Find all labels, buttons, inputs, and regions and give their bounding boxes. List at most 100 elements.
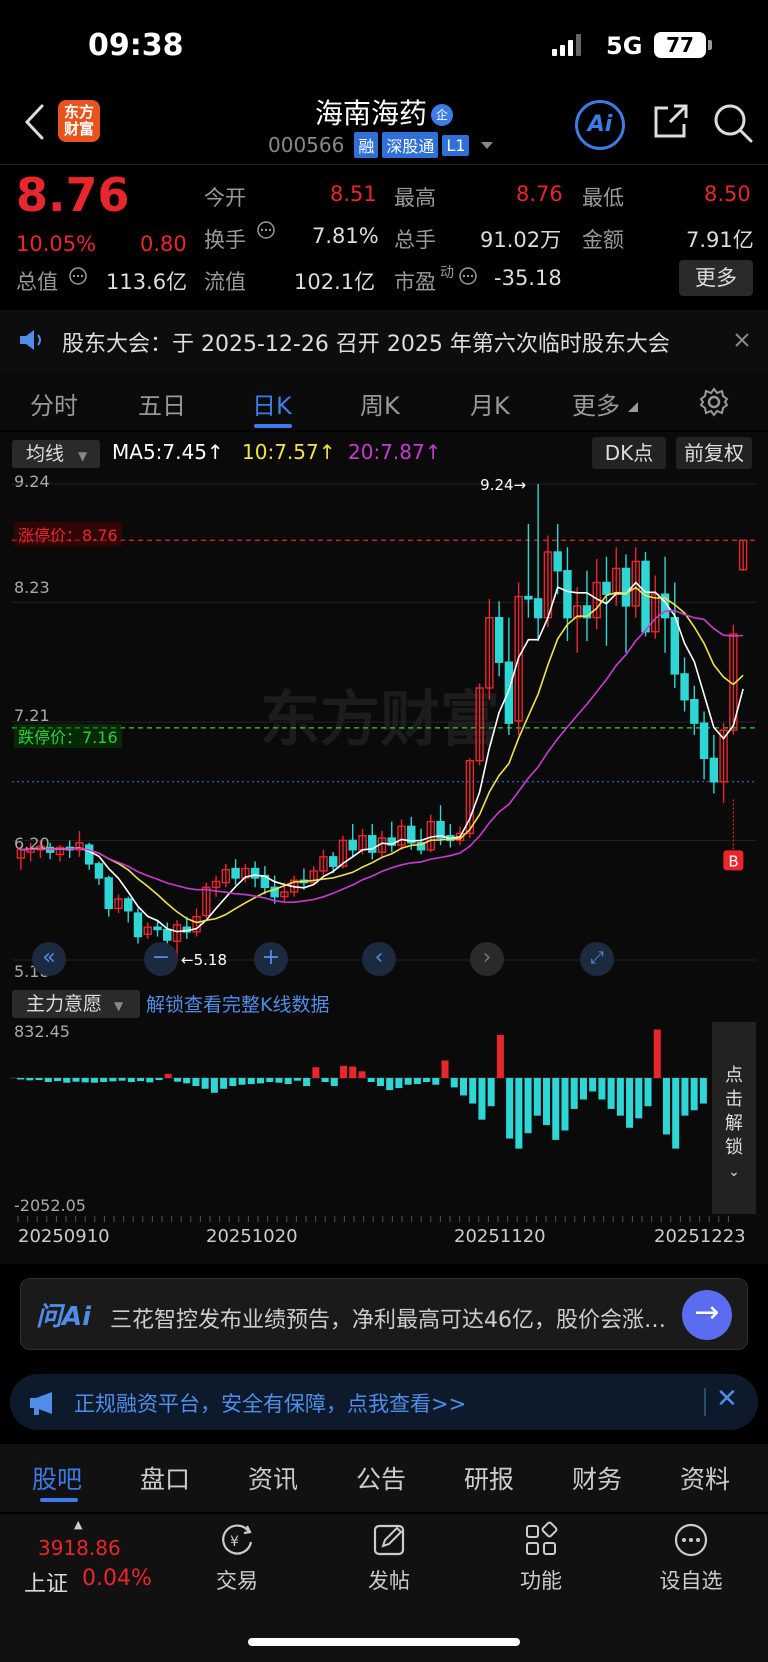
candle-body [328, 856, 338, 867]
indicator-bar [17, 1077, 25, 1080]
candle-body [84, 844, 94, 865]
search-icon[interactable] [712, 102, 754, 144]
float-label: 流值 [204, 270, 246, 294]
tab-five-day[interactable]: 五日 [138, 386, 186, 421]
candle-body [348, 839, 357, 851]
tab-daily-k[interactable]: 日K [252, 386, 292, 421]
add-watchlist-button[interactable]: 设自选 [646, 1520, 736, 1595]
battery-icon: 77 [654, 32, 712, 58]
ma-selector[interactable]: 均线 ▼ [12, 440, 100, 468]
unlock-side-char: 锁 [725, 1137, 743, 1158]
ask-ai-text[interactable]: 三花智控发布业绩预告，净利最高可达46亿，股价会涨吗？ [110, 1302, 666, 1334]
scroll-start-button[interactable]: « [32, 942, 66, 976]
unlock-link[interactable]: 解锁查看完整K线数据 [146, 990, 329, 1017]
change-amount: 0.80 [140, 232, 187, 256]
connect-tag: 深股通 [382, 132, 439, 158]
tab-announcements[interactable]: 公告 [356, 1460, 406, 1496]
indicator-bar [247, 1077, 255, 1085]
tab-weekly-k[interactable]: 周K [360, 386, 400, 421]
indicator-bar [63, 1077, 71, 1083]
max-price-label: 9.24→ [480, 476, 526, 494]
date-label: 20251120 [454, 1226, 546, 1247]
indicator-bar [349, 1066, 357, 1078]
turnover-value: 7.81% [312, 224, 379, 248]
tab-profile[interactable]: 资料 [680, 1460, 730, 1496]
adjust-button[interactable]: 前复权 [676, 437, 752, 469]
fullscreen-icon[interactable]: ⤢ [580, 942, 614, 976]
indicator-bar [496, 1034, 504, 1078]
indicator-bar [210, 1077, 218, 1093]
tab-news[interactable]: 资讯 [248, 1460, 298, 1496]
indicator-bar [367, 1077, 375, 1083]
chevron-down-icon[interactable] [481, 141, 494, 149]
indicator-selector[interactable]: 主力意愿 ▼ [12, 990, 140, 1018]
change-pct: 10.05% [16, 232, 97, 256]
tab-monthly-k[interactable]: 月K [470, 386, 510, 421]
indicator-bar [459, 1077, 467, 1096]
tab-intraday[interactable]: 分时 [30, 386, 78, 421]
up-caret-icon: ▲ [74, 1518, 83, 1531]
index-name[interactable]: 上证 [24, 1566, 68, 1598]
function-button[interactable]: 功能 [496, 1520, 586, 1595]
home-indicator[interactable] [248, 1638, 520, 1646]
indicator-bar [533, 1077, 541, 1116]
margin-tag: 融 [354, 132, 379, 158]
signal-icon [552, 34, 581, 56]
unlock-side-button[interactable]: 点 击 解 锁 ⌄ [712, 1022, 756, 1214]
stock-code-row[interactable]: 000566 融 深股通 L1 [268, 132, 494, 158]
indicator-selector-label: 主力意愿 [26, 993, 103, 1015]
tab-research[interactable]: 研报 [464, 1460, 514, 1496]
zoom-out-button[interactable]: − [144, 942, 178, 976]
indicator-bar [395, 1077, 403, 1089]
post-button[interactable]: 发帖 [344, 1520, 434, 1595]
close-icon[interactable]: ✕ [716, 1384, 738, 1414]
ma5-line [20, 581, 744, 933]
high-value: 8.76 [516, 182, 563, 206]
candle-body [680, 673, 689, 701]
indicator-bar [183, 1077, 191, 1084]
tab-more[interactable]: 更多 [572, 386, 620, 421]
network-label: 5G [606, 32, 643, 60]
function-label: 功能 [520, 1569, 562, 1593]
volume-label: 总手 [394, 228, 436, 252]
index-pct[interactable]: 0.04% [82, 1566, 152, 1591]
pe-label: 市盈 [394, 270, 436, 294]
tab-order-book[interactable]: 盘口 [140, 1460, 190, 1496]
limit-down-label: 跌停价：7.16 [14, 724, 122, 748]
tab-forum[interactable]: 股吧 [32, 1460, 82, 1496]
indicator-bar [266, 1077, 274, 1083]
share-icon[interactable] [650, 102, 690, 142]
candle-body [533, 598, 543, 619]
trade-button[interactable]: ¥ 交易 [192, 1520, 282, 1595]
tab-finance[interactable]: 财务 [572, 1460, 622, 1496]
info-icon[interactable] [458, 266, 478, 286]
scroll-right-button[interactable]: › [470, 942, 504, 976]
gear-icon[interactable] [698, 386, 730, 418]
tab-indicator [254, 424, 292, 428]
zoom-in-button[interactable]: + [254, 942, 288, 976]
close-icon[interactable] [734, 332, 750, 348]
scroll-left-button[interactable]: ‹ [362, 942, 396, 976]
post-label: 发帖 [368, 1569, 410, 1593]
amount-value: 7.91亿 [686, 228, 754, 252]
date-label: 20251223 [654, 1226, 746, 1247]
info-icon[interactable] [256, 220, 276, 240]
indicator-bar [137, 1077, 145, 1082]
dk-point-button[interactable]: DK点 [592, 437, 666, 469]
status-time: 09:38 [88, 28, 184, 63]
indicator-bar [26, 1077, 34, 1081]
pe-sup: 动 [440, 265, 454, 281]
arrow-right-icon[interactable]: → [682, 1290, 732, 1340]
ai-button[interactable]: Ai [575, 100, 625, 150]
more-button[interactable]: 更多 [679, 260, 753, 296]
open-value: 8.51 [330, 182, 377, 206]
candle-body [231, 867, 240, 879]
indicator-bar [321, 1077, 329, 1083]
indicator-bar [293, 1077, 301, 1081]
volume-value: 91.02万 [480, 228, 562, 252]
index-value[interactable]: 3918.86 [38, 1536, 121, 1560]
info-icon[interactable] [68, 266, 88, 286]
indicator-bar [662, 1077, 670, 1135]
indicator-bar [109, 1077, 117, 1082]
yuan-icon: ¥ [222, 1524, 253, 1555]
